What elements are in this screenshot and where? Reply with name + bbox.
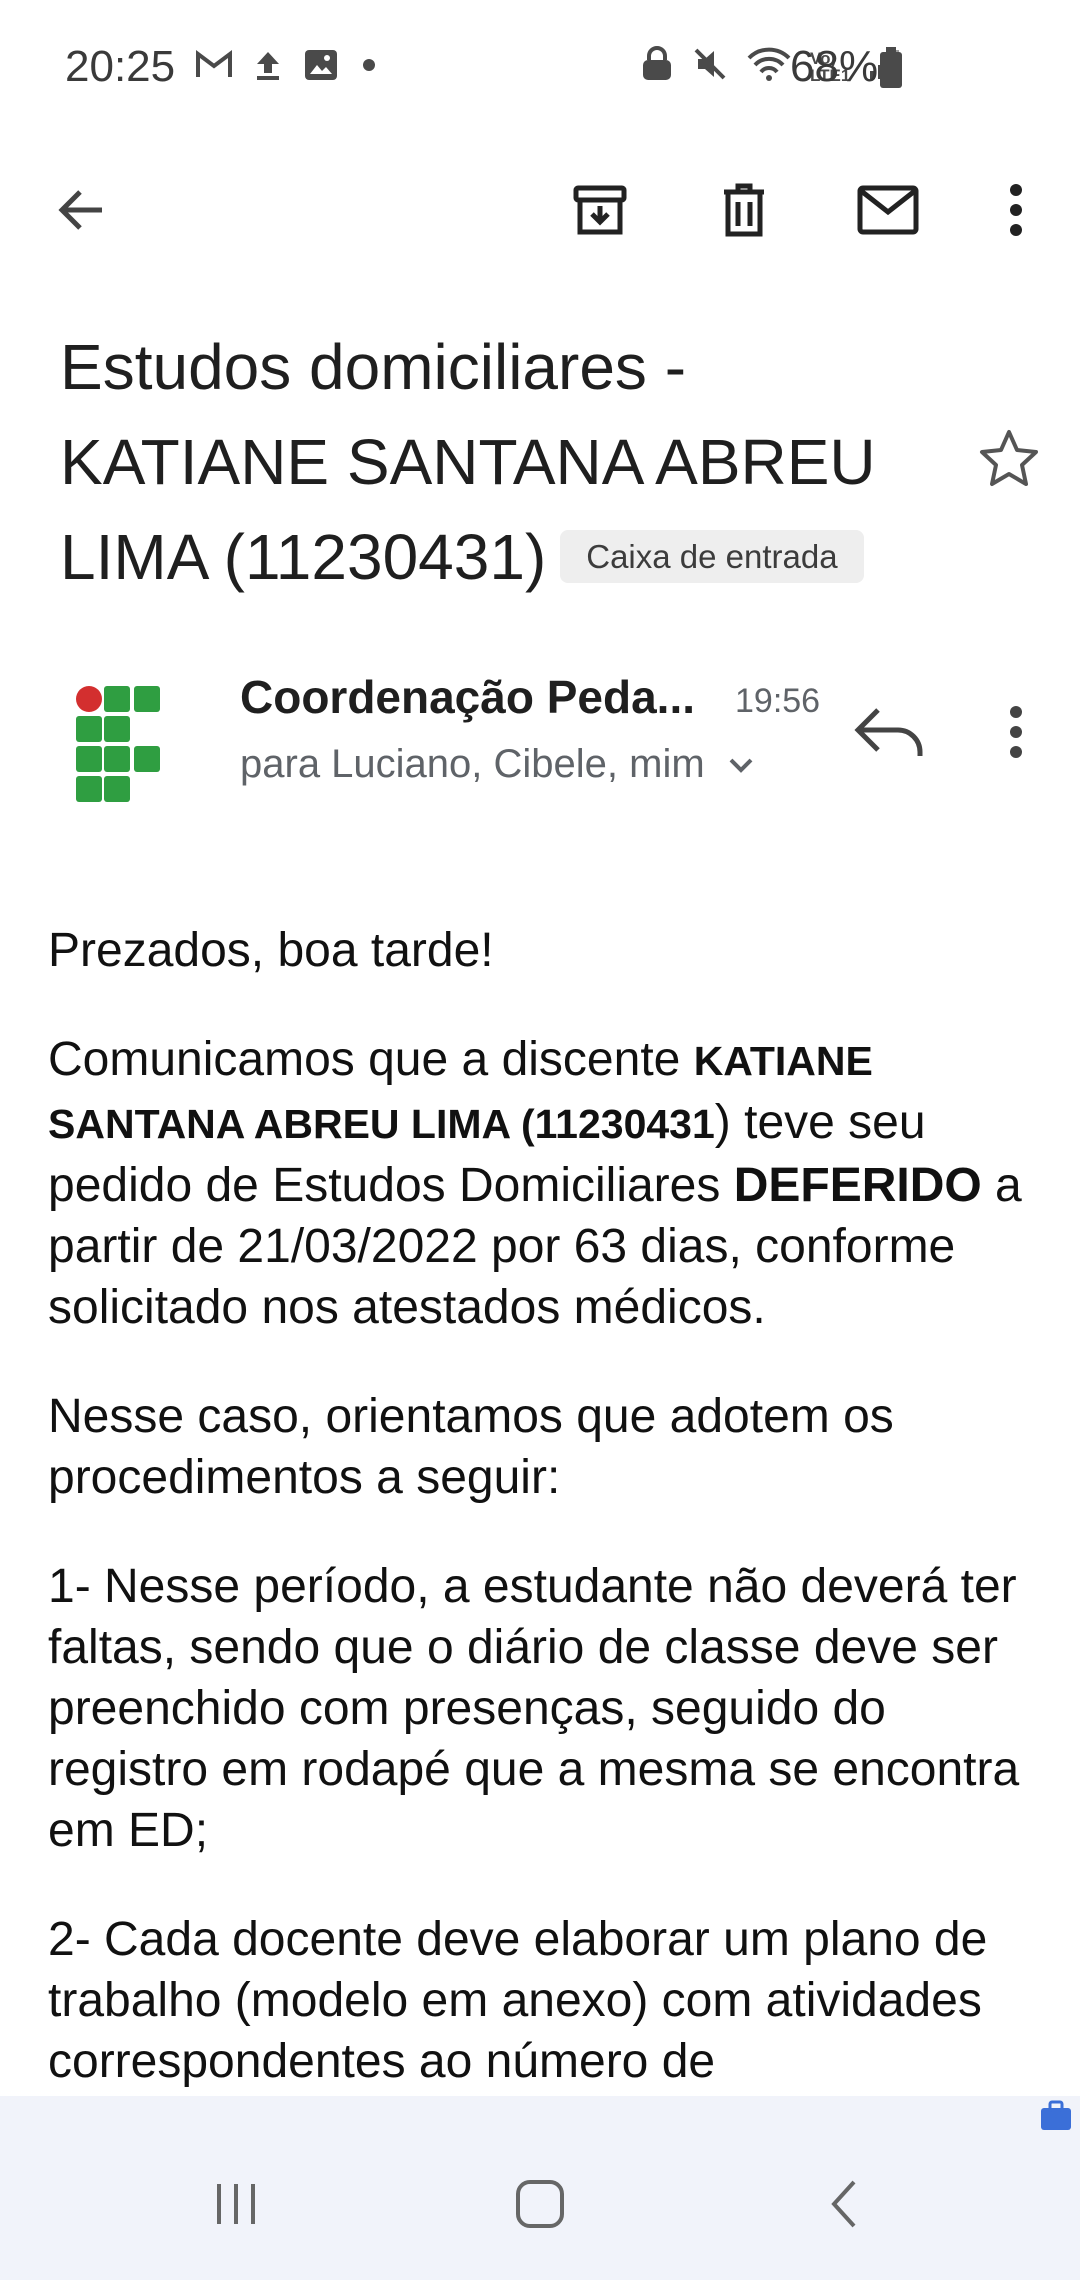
body-paragraph-3: 1- Nesse período, a estudante não deverá… <box>48 1560 1020 1857</box>
sender-avatar[interactable] <box>74 684 166 806</box>
more-vert-icon <box>1010 184 1022 236</box>
chevron-down-icon <box>729 758 753 773</box>
email-toolbar <box>0 150 1080 270</box>
email-body: Prezados, boa tarde! Comunicamos que a d… <box>48 920 1038 2140</box>
mute-icon <box>692 46 728 87</box>
nav-back-icon <box>831 2180 856 2228</box>
lock-icon <box>640 46 674 87</box>
inbox-label-chip[interactable]: Caixa de entrada <box>560 529 864 583</box>
image-icon <box>303 48 339 87</box>
notification-icons <box>195 48 379 87</box>
reply-button[interactable] <box>850 700 930 764</box>
greeting: Prezados, boa tarde! <box>48 924 494 977</box>
upload-icon <box>253 48 283 87</box>
battery-icon <box>880 47 902 88</box>
reply-icon <box>854 708 923 756</box>
mark-unread-button[interactable] <box>852 174 924 246</box>
more-vert-icon <box>1010 706 1022 758</box>
more-options-button[interactable] <box>980 174 1052 246</box>
status-bar: 20:25 Vo) LTE1 68% <box>0 0 1080 140</box>
message-more-button[interactable] <box>990 700 1042 764</box>
body-paragraph-4: 2- Cada docente deve elaborar um plano d… <box>48 1913 988 2088</box>
home-button[interactable] <box>490 2154 590 2254</box>
trash-icon <box>724 183 764 237</box>
delete-button[interactable] <box>708 174 780 246</box>
sender-name[interactable]: Coordenação Peda... <box>240 670 695 724</box>
recents-icon <box>217 2184 255 2224</box>
recipients-toggle[interactable]: para Luciano, Cibele, mim <box>240 742 755 787</box>
star-button[interactable] <box>976 426 1042 492</box>
status-deferido: DEFERIDO <box>733 1159 982 1212</box>
briefcase-icon <box>1038 2098 1074 2134</box>
email-subject: Estudos domiciliares - KATIANE SANTANA A… <box>60 320 950 605</box>
body-paragraph-1: Comunicamos que a discente KATIANE SANTA… <box>48 1033 1022 1334</box>
ifrs-logo-icon <box>76 686 160 802</box>
battery-percent: 68% <box>790 42 879 91</box>
recents-button[interactable] <box>186 2154 286 2254</box>
body-paragraph-2: Nesse caso, orientamos que adotem os pro… <box>48 1390 894 1504</box>
back-arrow-icon <box>58 190 102 230</box>
home-icon <box>516 2180 564 2228</box>
star-icon <box>980 430 1038 486</box>
system-nav-bar <box>0 2096 1080 2280</box>
back-button[interactable] <box>46 174 118 246</box>
archive-button[interactable] <box>564 174 636 246</box>
recipients-text: para Luciano, Cibele, mim <box>240 742 705 786</box>
mail-icon <box>857 185 919 235</box>
gmail-icon <box>195 50 233 85</box>
status-time: 20:25 <box>65 42 176 91</box>
wifi-icon <box>746 46 792 87</box>
nav-back-button[interactable] <box>794 2154 894 2254</box>
archive-icon <box>573 185 627 235</box>
email-time: 19:56 <box>735 682 821 720</box>
dot-icon <box>359 55 379 80</box>
